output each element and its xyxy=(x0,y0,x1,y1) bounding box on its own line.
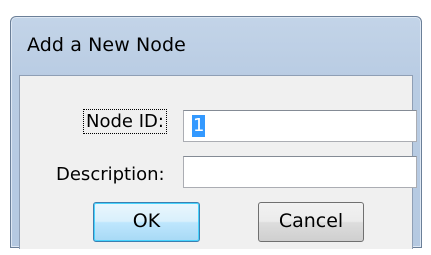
dialog-client-area: Node ID: 1 Description: OK Cancel xyxy=(19,75,417,249)
add-node-dialog: Add a New Node Node ID: 1 Description: O… xyxy=(10,16,422,249)
node-id-input[interactable]: 1 xyxy=(183,110,417,142)
cancel-button-label: Cancel xyxy=(278,210,344,232)
ok-button[interactable]: OK xyxy=(93,202,200,242)
description-label: Description: xyxy=(56,164,165,185)
ok-button-label: OK xyxy=(132,210,161,232)
description-input[interactable] xyxy=(183,156,417,188)
dialog-title: Add a New Node xyxy=(27,34,186,56)
node-id-value: 1 xyxy=(192,115,206,137)
dialog-titlebar[interactable]: Add a New Node xyxy=(11,17,421,63)
cancel-button[interactable]: Cancel xyxy=(258,202,364,242)
node-id-label: Node ID: xyxy=(83,109,167,134)
